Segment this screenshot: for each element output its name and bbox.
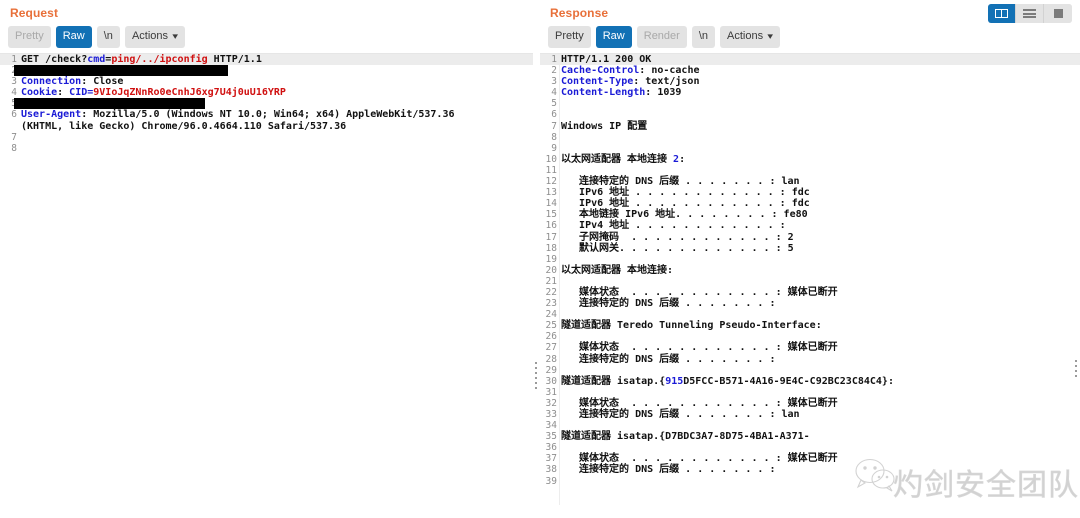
response-status-line: 1 HTTP/1.1 200 OK [540,54,1080,66]
response-line: 12 连接特定的 DNS 后缀 . . . . . . . : lan [545,176,800,188]
request-panel-title: Request [10,6,59,20]
request-method-path: GET /check? [21,54,88,65]
request-line-6: 6 User-Agent: Mozilla/5.0 (Windows NT 10.… [11,109,455,121]
response-header-cache-control: 2 Cache-Control: no-cache [551,65,700,77]
response-line: 30 隧道适配器 isatap.{915D5FCC-B571-4A16-9E4C-… [545,375,894,387]
response-line: 38 连接特定的 DNS 后缀 . . . . . . . : [545,464,776,476]
request-param-value: ping/../ipconfig [111,54,208,65]
response-line: 25 隧道适配器 Teredo Tunneling Pseudo-Interfac… [545,320,822,332]
request-actions-label: Actions [131,30,169,42]
header-user-agent-name: User-Agent [21,109,82,121]
response-line: 15 本地链接 IPv6 地址. . . . . . . . : fe80%12 [545,209,808,221]
response-line: 20 以太网适配器 本地连接: [545,264,674,276]
response-line: 13 IPv6 地址 . . . . . . . . . . . . : fdc [545,187,810,199]
response-line: 10 以太网适配器 本地连接 2: [545,153,686,165]
response-line: 32 媒体状态 . . . . . . . . . . . . : 媒体已断开 [545,397,838,409]
response-tab-pretty[interactable]: Pretty [548,26,591,48]
view-toggle-single-pane[interactable] [1044,4,1072,23]
request-param-name: cmd [87,54,106,65]
chevron-down-icon: ▾ [767,31,774,41]
highlighted-token: 915 [665,375,684,387]
response-pane: Response Pretty Raw Render \n Actions ▾ 1… [540,0,1080,518]
request-line-7: 7 [11,131,17,143]
response-body[interactable]: 1 HTTP/1.1 200 OK 2 Cache-Control: no-cach… [540,53,1080,505]
response-line: 8 [551,131,557,143]
request-line-6-continuation: (KHTML, like Gecko) Chrome/96.0.4664.110… [21,120,347,132]
request-toolbar: Pretty Raw \n Actions ▾ [0,20,533,53]
response-scroll-grip-icon[interactable] [1075,360,1077,380]
ipconfig-output: 5 6 7 Windows IP 配置 8 9 10 以太网适配器 本地连接 2: 11 12 连… [540,98,1080,486]
response-line: 27 媒体状态 . . . . . . . . . . . . : 媒体已断开 [545,342,838,354]
request-line-1: 1 GET /check?cmd=ping/../ipconfig HTTP/1.… [0,54,533,66]
header-connection-value: : Close [81,76,124,88]
response-line: 6 [551,109,557,121]
divider-grip-icon[interactable] [535,362,537,392]
response-toolbar: Pretty Raw Render \n Actions ▾ [540,20,1080,53]
response-line: 26 [545,331,557,343]
chevron-down-icon: ▾ [172,31,179,41]
response-line: 18 默认网关. . . . . . . . . . . . . : 554 [545,242,794,254]
response-line: 33 连接特定的 DNS 后缀 . . . . . . . : lan [545,409,800,420]
response-header-content-length: 4 Content-Length: 1039 [551,87,682,99]
response-tab-newline[interactable]: \n [691,26,716,48]
redaction-bar-request-line-2 [14,64,228,76]
response-actions-label: Actions [727,30,764,42]
response-tab-render[interactable]: Render [636,26,687,48]
response-line: 37 媒体状态 . . . . . . . . . . . . : 媒体已断开 [545,453,838,465]
request-line-4: 4 Cookie: CID=9VIoJqZNnRo0eCnhJ6xg7U4j0uU… [11,87,286,99]
burp-repeater-window: Request Pretty Raw \n Actions ▾ 1 GET /che… [0,0,1080,518]
response-line: 34 [545,420,557,432]
request-line-8: 8 [11,142,17,154]
response-line: 23 连接特定的 DNS 后缀 . . . . . . . : [545,298,776,310]
request-body[interactable]: 1 GET /check?cmd=ping/../ipconfig HTTP/1.… [0,53,533,505]
response-line: 11 [545,164,557,176]
response-line: 21 [545,275,557,287]
response-tab-raw[interactable]: Raw [595,26,632,48]
square-icon [1053,9,1063,18]
response-line: 16 IPv4 地址 . . . . . . . . . . . . : 8 [545,220,792,232]
request-http-version: HTTP/1.1 [207,54,262,65]
request-tab-newline[interactable]: \n [96,26,120,48]
pane-divider[interactable] [533,0,540,518]
request-tab-raw[interactable]: Raw [55,26,92,48]
response-actions-button[interactable]: Actions ▾ [720,26,780,48]
response-line: 19 [545,253,557,265]
status-line-text: HTTP/1.1 200 OK [561,54,652,65]
header-cookie-name: Cookie [21,87,58,99]
response-line: 9 [551,142,557,154]
header-connection-name: Connection [21,76,82,88]
cookie-key: CID= [69,87,94,99]
view-toggle-split-vertical[interactable] [988,4,1016,23]
response-header-content-type: 3 Content-Type: text/json [551,76,700,88]
response-line: 7 Windows IP 配置 [551,120,648,132]
view-layout-toggles [988,4,1072,23]
response-line: 28 连接特定的 DNS 后缀 . . . . . . . : [545,353,776,365]
response-line: 17 子网掩码 . . . . . . . . . . . . : 20 [545,231,794,243]
request-line-3: 3 Connection: Close [11,76,124,88]
response-line: 22 媒体状态 . . . . . . . . . . . . : 媒体已断开 [545,286,838,298]
response-line: 29 [545,364,557,376]
response-line: 31 [545,386,557,398]
response-line: 36 [545,442,557,454]
response-line: 39 [545,475,557,487]
response-line: 14 IPv6 地址 . . . . . . . . . . . . : fdc… [545,198,810,210]
split-vertical-icon [995,9,1008,18]
cookie-value: 9VIoJqZNnRo0eCnhJ6xg7U4j0uU16YRP [93,87,286,99]
header-user-agent-value: : Mozilla/5.0 (Windows NT 10.0; Win64; x… [81,109,455,121]
request-pane: Request Pretty Raw \n Actions ▾ 1 GET /che… [0,0,533,518]
view-toggle-split-horizontal[interactable] [1016,4,1044,23]
response-line: 24 [545,309,557,321]
redaction-bar-request-line-5 [14,97,205,109]
request-tab-pretty[interactable]: Pretty [8,26,51,48]
request-actions-button[interactable]: Actions ▾ [124,26,185,48]
response-line: 35 隧道适配器 isatap.{D7BDC3A7-8D75-4BA1-A371- [545,431,810,443]
rows-icon [1023,9,1036,18]
response-line: 5 [551,98,557,110]
